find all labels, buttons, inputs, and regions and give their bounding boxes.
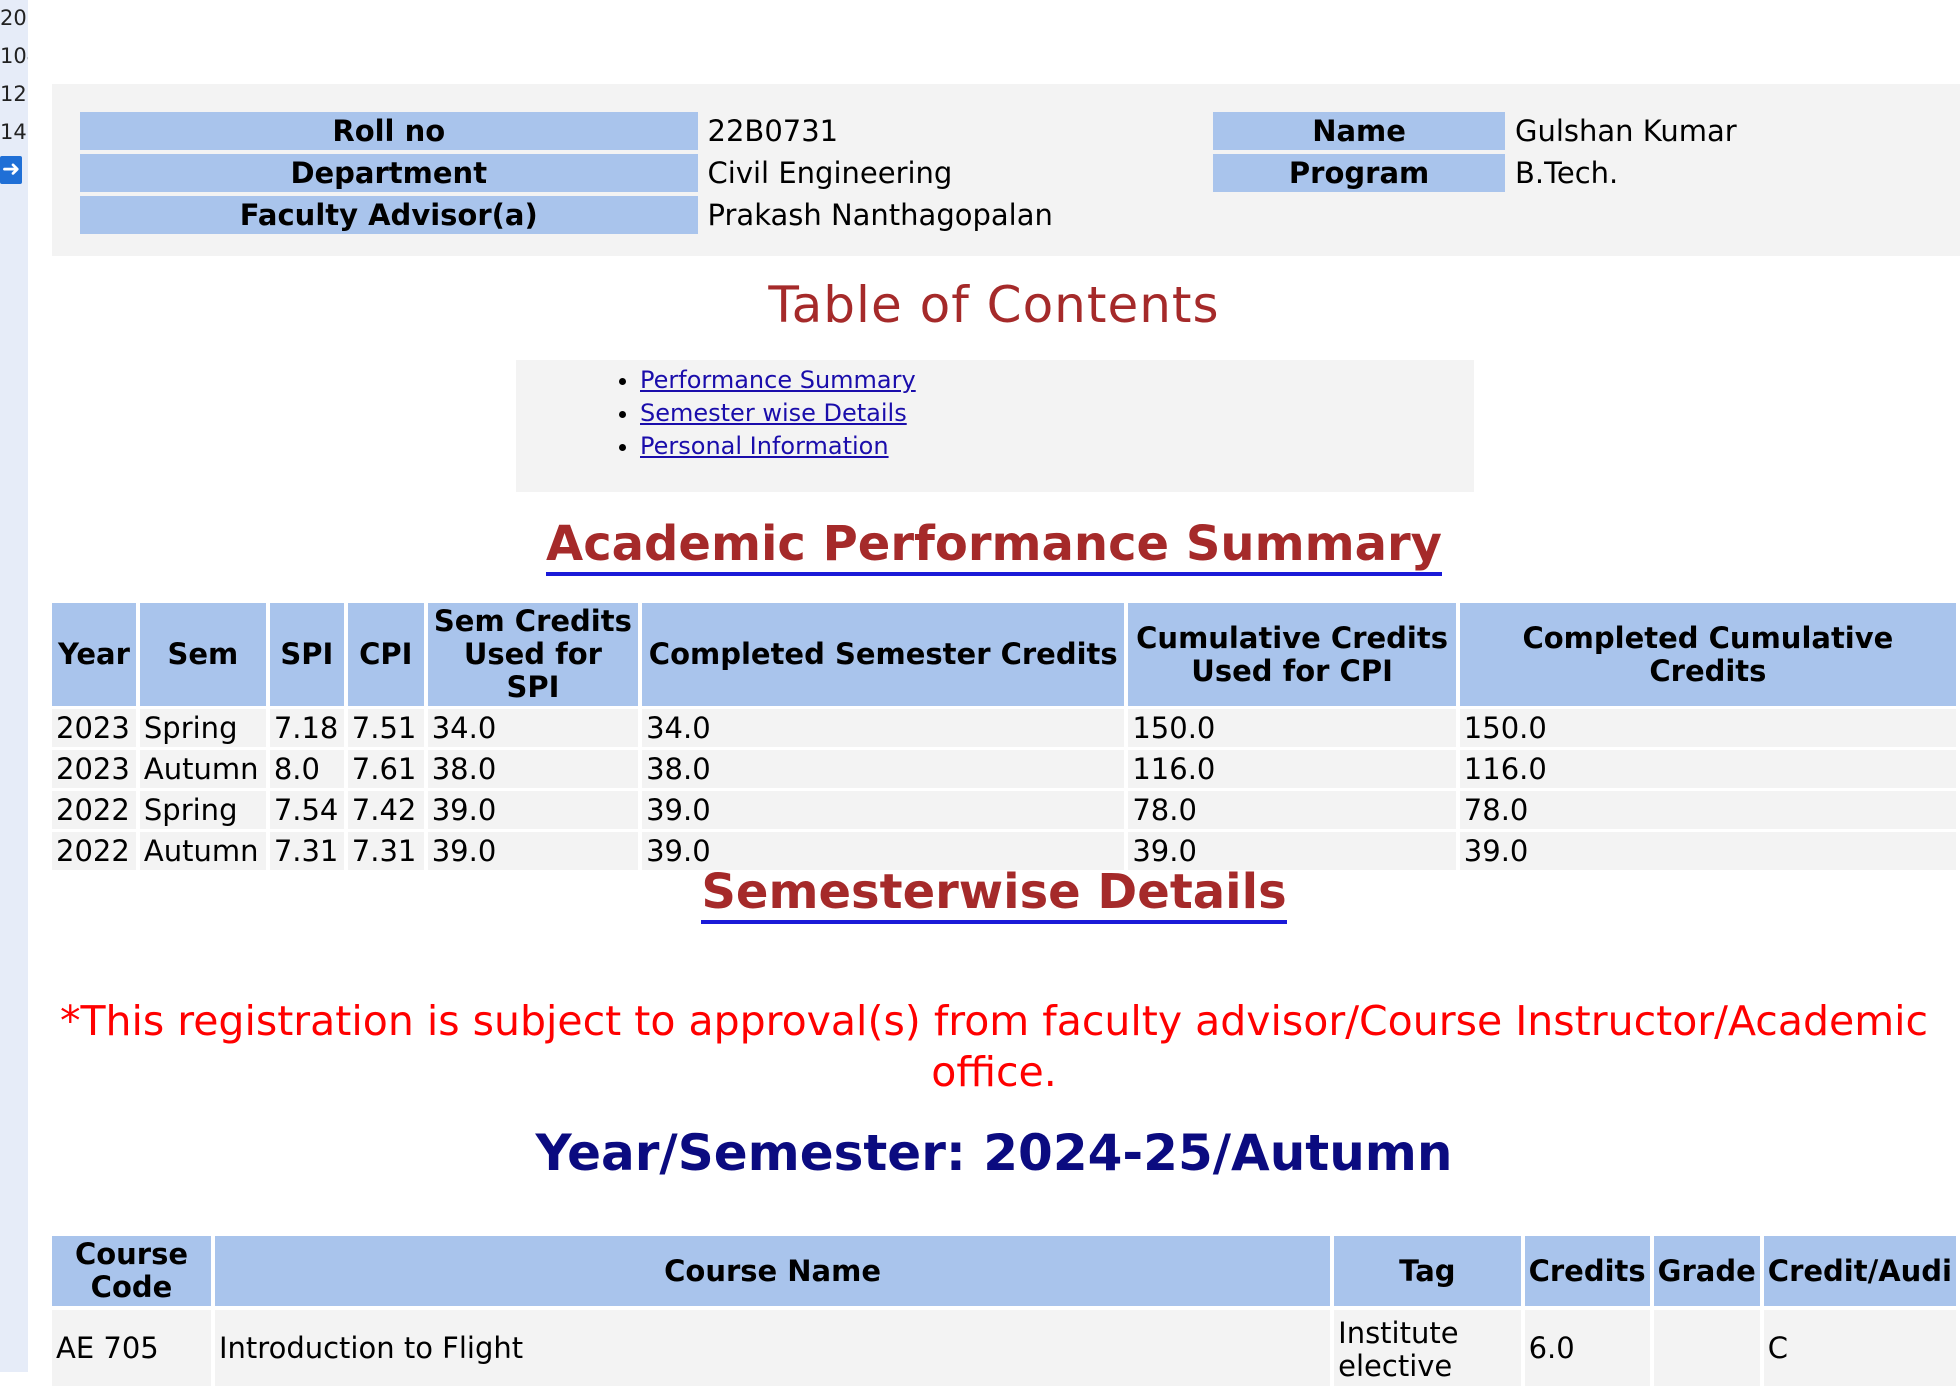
cell-sem-credits-used: 38.0 xyxy=(427,750,639,788)
toc-item: Performance Summary xyxy=(640,364,1474,397)
cell-year: 2023 xyxy=(52,709,136,747)
performance-summary-heading: Academic Performance Summary xyxy=(52,516,1936,576)
department-label: Department xyxy=(80,154,698,192)
toc-link-semester-wise-details[interactable]: Semester wise Details xyxy=(640,399,907,427)
col-header-completed-cumulative-credits: Completed Cumulative Credits xyxy=(1459,603,1956,706)
col-header-spi: SPI xyxy=(269,603,344,706)
cell-tag: Institute elective xyxy=(1334,1310,1521,1386)
cell-cumulative-credits-used: 78.0 xyxy=(1128,791,1456,829)
col-header-completed-sem-credits: Completed Semester Credits xyxy=(642,603,1125,706)
program-label: Program xyxy=(1213,154,1505,192)
col-header-cpi: CPI xyxy=(347,603,424,706)
toc-list: Performance Summary Semester wise Detail… xyxy=(516,360,1474,463)
cell-cumulative-credits-used: 150.0 xyxy=(1128,709,1456,747)
arrow-right-icon[interactable]: ➜ xyxy=(0,156,22,184)
col-header-grade: Grade xyxy=(1653,1236,1760,1306)
cell-cumulative-credits-used: 116.0 xyxy=(1128,750,1456,788)
cell-sem-credits-used: 34.0 xyxy=(427,709,639,747)
cell-spi: 7.18 xyxy=(269,709,344,747)
empty-cell xyxy=(1508,196,1956,234)
approval-notice: *This registration is subject to approva… xyxy=(59,997,1929,1096)
department-value: Civil Engineering xyxy=(701,154,1210,192)
cell-year: 2023 xyxy=(52,750,136,788)
toc-item: Semester wise Details xyxy=(640,397,1474,430)
cell-credit-audit: C xyxy=(1763,1310,1956,1386)
student-info-table: Roll no 22B0731 Name Gulshan Kumar Depar… xyxy=(76,108,1960,238)
courses-header-row: Course Code Course Name Tag Credits Grad… xyxy=(52,1236,1956,1306)
page-content: Roll no 22B0731 Name Gulshan Kumar Depar… xyxy=(52,0,1960,1386)
semesterwise-heading-text: Semesterwise Details xyxy=(701,864,1287,924)
faculty-advisor-label: Faculty Advisor(a) xyxy=(80,196,698,234)
roll-no-value: 22B0731 xyxy=(701,112,1210,150)
performance-table: Year Sem SPI CPI Sem Credits Used for SP… xyxy=(48,600,1960,873)
cell-sem: Spring xyxy=(139,709,266,747)
cell-completed-cumulative-credits: 78.0 xyxy=(1459,791,1956,829)
table-row: 2023 Autumn 8.0 7.61 38.0 38.0 116.0 116… xyxy=(52,750,1956,788)
col-header-year: Year xyxy=(52,603,136,706)
table-row: 2023 Spring 7.18 7.51 34.0 34.0 150.0 15… xyxy=(52,709,1956,747)
name-label: Name xyxy=(1213,112,1505,150)
table-row: AE 705 Introduction to Flight Institute … xyxy=(52,1310,1956,1386)
col-header-sem-credits-used: Sem Credits Used for SPI xyxy=(427,603,639,706)
margin-number: 14 xyxy=(0,120,27,144)
col-header-course-name: Course Name xyxy=(214,1236,1331,1306)
cell-year: 2022 xyxy=(52,791,136,829)
cell-completed-cumulative-credits: 150.0 xyxy=(1459,709,1956,747)
toc-item: Personal Information xyxy=(640,430,1474,463)
empty-cell xyxy=(1213,196,1505,234)
col-header-tag: Tag xyxy=(1334,1236,1521,1306)
cell-tag-text: Institute elective xyxy=(1338,1316,1459,1383)
cell-credits: 6.0 xyxy=(1524,1310,1650,1386)
margin-number: 12 xyxy=(0,82,27,106)
cell-completed-sem-credits: 39.0 xyxy=(642,791,1125,829)
cell-cpi: 7.42 xyxy=(347,791,424,829)
courses-table: Course Code Course Name Tag Credits Grad… xyxy=(48,1232,1960,1390)
cell-completed-cumulative-credits: 116.0 xyxy=(1459,750,1956,788)
cell-spi: 8.0 xyxy=(269,750,344,788)
student-info-box: Roll no 22B0731 Name Gulshan Kumar Depar… xyxy=(52,84,1960,256)
performance-summary-heading-text: Academic Performance Summary xyxy=(546,516,1442,576)
col-header-credits: Credits xyxy=(1524,1236,1650,1306)
toc-link-personal-information[interactable]: Personal Information xyxy=(640,432,889,460)
performance-header-row: Year Sem SPI CPI Sem Credits Used for SP… xyxy=(52,603,1956,706)
cell-sem: Autumn xyxy=(139,750,266,788)
cell-sem-credits-used: 39.0 xyxy=(427,791,639,829)
toc-box: Performance Summary Semester wise Detail… xyxy=(516,360,1474,492)
faculty-advisor-value: Prakash Nanthagopalan xyxy=(701,196,1210,234)
cell-completed-sem-credits: 34.0 xyxy=(642,709,1125,747)
cell-cpi: 7.61 xyxy=(347,750,424,788)
col-header-cumulative-credits-used: Cumulative Credits Used for CPI xyxy=(1128,603,1456,706)
col-header-credit-audit: Credit/Audi xyxy=(1763,1236,1956,1306)
cell-spi: 7.54 xyxy=(269,791,344,829)
cell-cpi: 7.51 xyxy=(347,709,424,747)
cell-sem: Spring xyxy=(139,791,266,829)
margin-number: 202 xyxy=(0,6,28,30)
semesterwise-heading: Semesterwise Details xyxy=(52,864,1936,924)
table-row: 2022 Spring 7.54 7.42 39.0 39.0 78.0 78.… xyxy=(52,791,1956,829)
program-value: B.Tech. xyxy=(1508,154,1956,192)
col-header-sem: Sem xyxy=(139,603,266,706)
left-margin-strip xyxy=(0,0,28,1372)
cell-completed-sem-credits: 38.0 xyxy=(642,750,1125,788)
cell-grade xyxy=(1653,1310,1760,1386)
roll-no-label: Roll no xyxy=(80,112,698,150)
margin-number: 104 xyxy=(0,44,28,68)
name-value: Gulshan Kumar xyxy=(1508,112,1956,150)
cell-course-code: AE 705 xyxy=(52,1310,211,1386)
semester-title: Year/Semester: 2024-25/Autumn xyxy=(535,1124,1453,1182)
toc-link-performance-summary[interactable]: Performance Summary xyxy=(640,366,916,394)
cell-course-name: Introduction to Flight xyxy=(214,1310,1331,1386)
col-header-course-code: Course Code xyxy=(52,1236,211,1306)
toc-title: Table of Contents xyxy=(768,276,1220,334)
